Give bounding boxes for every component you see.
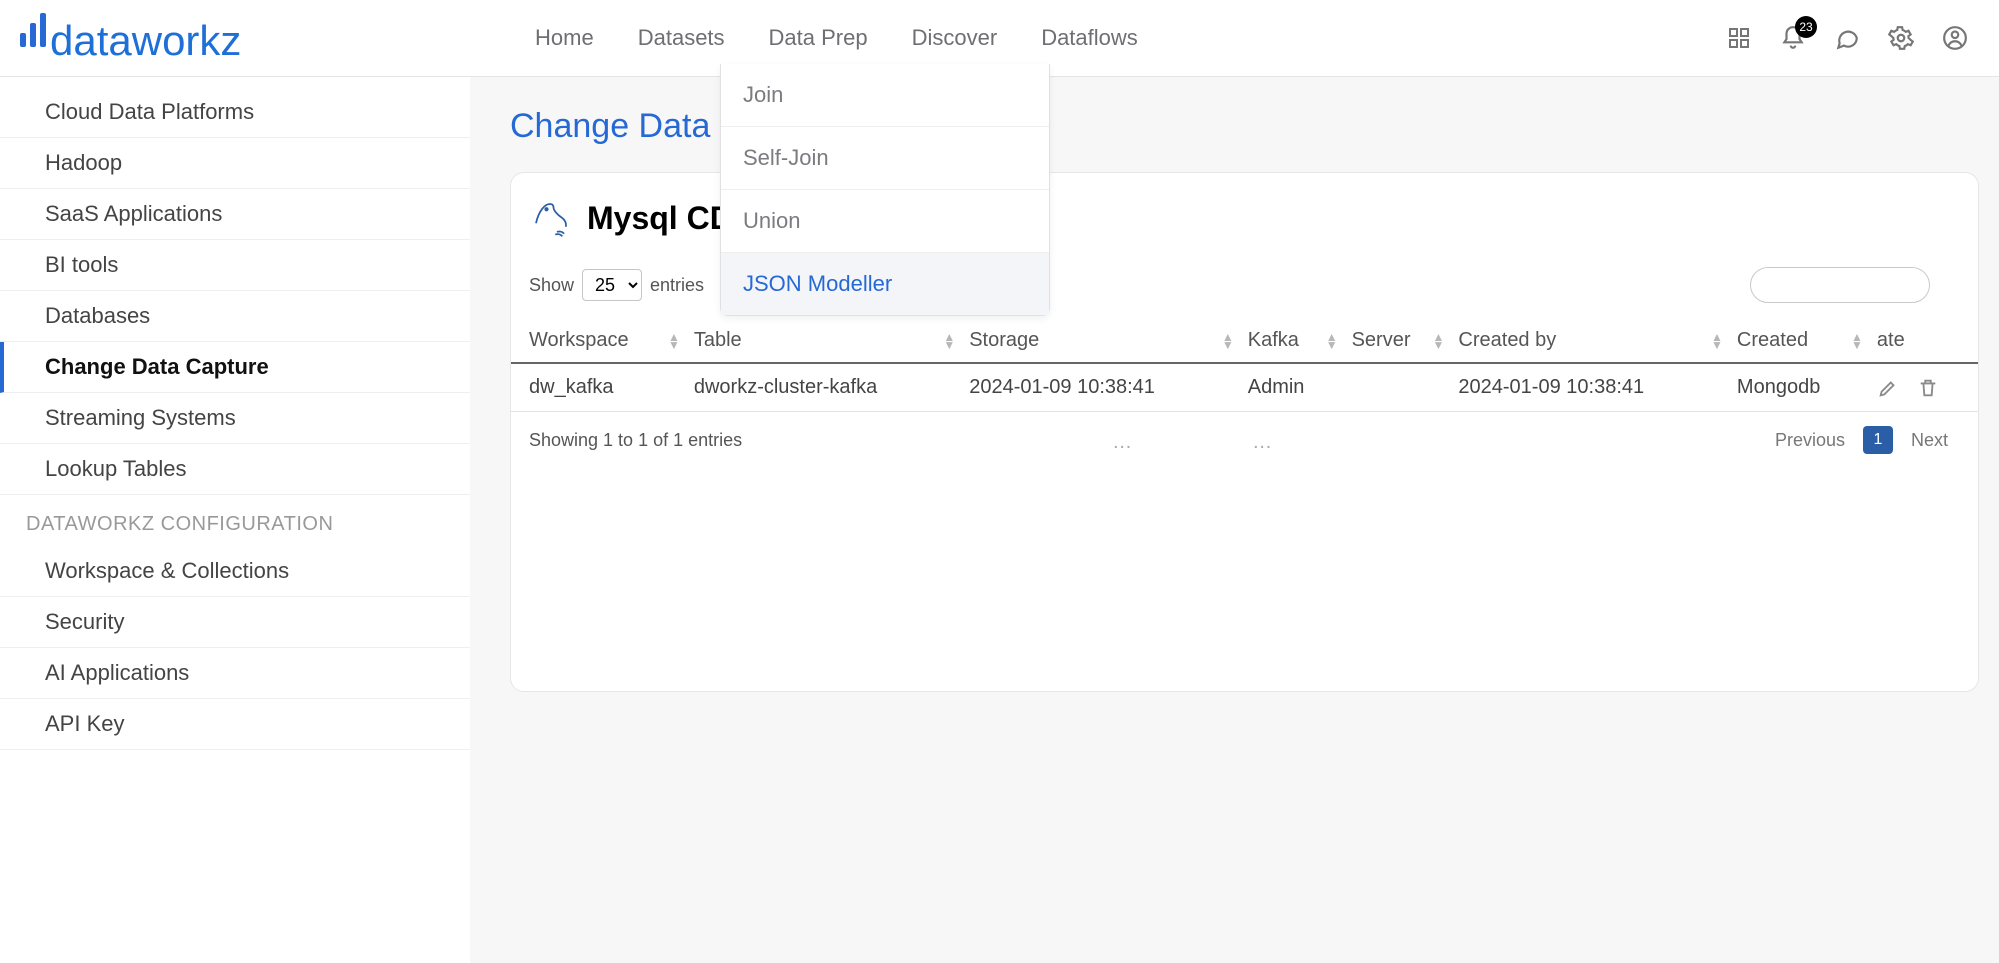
ellipsis-icon: …	[1252, 427, 1272, 454]
sidebar-item-security[interactable]: Security	[0, 597, 470, 648]
pagination: Previous 1 Next	[1775, 426, 1948, 454]
sort-icon: ▲▼	[1222, 333, 1234, 349]
sidebar: Cloud Data Platforms Hadoop SaaS Applica…	[0, 77, 470, 963]
mysql-icon	[529, 197, 571, 239]
sidebar-item-cloud-data-platforms[interactable]: Cloud Data Platforms	[0, 87, 470, 138]
gear-icon[interactable]	[1887, 24, 1915, 52]
cell-workspace: dw_kafka	[511, 363, 684, 412]
col-table[interactable]: Table▲▼	[684, 319, 959, 363]
prev-button[interactable]: Previous	[1775, 430, 1845, 451]
sidebar-item-workspace-collections[interactable]: Workspace & Collections	[0, 546, 470, 597]
data-prep-dropdown: Join Self-Join Union JSON Modeller	[720, 64, 1050, 316]
col-server[interactable]: Server▲▼	[1342, 319, 1449, 363]
trash-icon[interactable]	[1917, 377, 1939, 399]
apps-icon[interactable]	[1725, 24, 1753, 52]
ellipsis-icon: …	[1112, 427, 1132, 454]
chat-icon[interactable]	[1833, 24, 1861, 52]
sort-icon: ▲▼	[943, 333, 955, 349]
cell-created: Mongodb	[1727, 363, 1867, 412]
nav-data-prep[interactable]: Data Prep	[769, 17, 868, 59]
nav-discover[interactable]: Discover	[912, 17, 998, 59]
cell-table: dworkz-cluster-kafka	[684, 363, 959, 412]
col-partial: ate	[1867, 319, 1978, 363]
search-input[interactable]	[1750, 267, 1930, 303]
sort-icon: ▲▼	[1851, 333, 1863, 349]
header-icons: 23	[1725, 24, 1969, 52]
nav-datasets[interactable]: Datasets	[638, 17, 725, 59]
edit-icon[interactable]	[1877, 377, 1899, 399]
user-icon[interactable]	[1941, 24, 1969, 52]
col-created-by[interactable]: Created by▲▼	[1448, 319, 1727, 363]
app-header: dataworkz Home Datasets Data Prep Discov…	[0, 0, 1999, 77]
sidebar-item-saas-applications[interactable]: SaaS Applications	[0, 189, 470, 240]
dropdown-item-union[interactable]: Union	[721, 189, 1049, 252]
sort-icon: ▲▼	[1326, 333, 1338, 349]
notifications-count-badge: 23	[1795, 16, 1817, 38]
entries-label: entries	[650, 275, 704, 296]
table-row[interactable]: dw_kafka dworkz-cluster-kafka 2024-01-09…	[511, 363, 1978, 412]
cdc-table: Workspace▲▼ Table▲▼ Storage▲▼ Kafka▲▼ Se…	[511, 319, 1978, 412]
brand-name: dataworkz	[50, 17, 241, 65]
brand-logo[interactable]: dataworkz	[18, 11, 241, 65]
col-created[interactable]: Created▲▼	[1727, 319, 1867, 363]
sidebar-item-streaming-systems[interactable]: Streaming Systems	[0, 393, 470, 444]
sidebar-item-api-key[interactable]: API Key	[0, 699, 470, 750]
notifications-icon[interactable]: 23	[1779, 24, 1807, 52]
sidebar-config-heading: DATAWORKZ CONFIGURATION	[0, 495, 470, 546]
sidebar-item-databases[interactable]: Databases	[0, 291, 470, 342]
cell-created-by: 2024-01-09 10:38:41	[1448, 363, 1727, 412]
sidebar-item-hadoop[interactable]: Hadoop	[0, 138, 470, 189]
content-area: Change Data Cap Mysql CDC Show 25 entrie…	[470, 77, 1999, 963]
cell-server	[1342, 363, 1449, 412]
sort-icon: ▲▼	[1433, 333, 1445, 349]
sort-icon: ▲▼	[668, 333, 680, 349]
dropdown-item-join[interactable]: Join	[721, 64, 1049, 126]
entries-select[interactable]: 25	[582, 269, 642, 301]
next-button[interactable]: Next	[1911, 430, 1948, 451]
sidebar-item-lookup-tables[interactable]: Lookup Tables	[0, 444, 470, 495]
col-storage[interactable]: Storage▲▼	[959, 319, 1238, 363]
row-actions	[1877, 377, 1968, 399]
sidebar-item-bi-tools[interactable]: BI tools	[0, 240, 470, 291]
sort-icon: ▲▼	[1711, 333, 1723, 349]
show-label: Show	[529, 275, 574, 296]
cell-storage: 2024-01-09 10:38:41	[959, 363, 1238, 412]
dropdown-item-json-modeller[interactable]: JSON Modeller	[721, 252, 1049, 315]
showing-text: Showing 1 to 1 of 1 entries	[529, 430, 742, 451]
page-number[interactable]: 1	[1863, 426, 1893, 454]
sidebar-item-ai-applications[interactable]: AI Applications	[0, 648, 470, 699]
nav-dataflows[interactable]: Dataflows	[1041, 17, 1138, 59]
col-kafka[interactable]: Kafka▲▼	[1238, 319, 1342, 363]
main-nav: Home Datasets Data Prep Discover Dataflo…	[535, 17, 1138, 59]
sidebar-item-change-data-capture[interactable]: Change Data Capture	[0, 342, 470, 393]
dropdown-item-self-join[interactable]: Self-Join	[721, 126, 1049, 189]
nav-home[interactable]: Home	[535, 17, 594, 59]
cell-kafka: Admin	[1238, 363, 1342, 412]
col-workspace[interactable]: Workspace▲▼	[511, 319, 684, 363]
